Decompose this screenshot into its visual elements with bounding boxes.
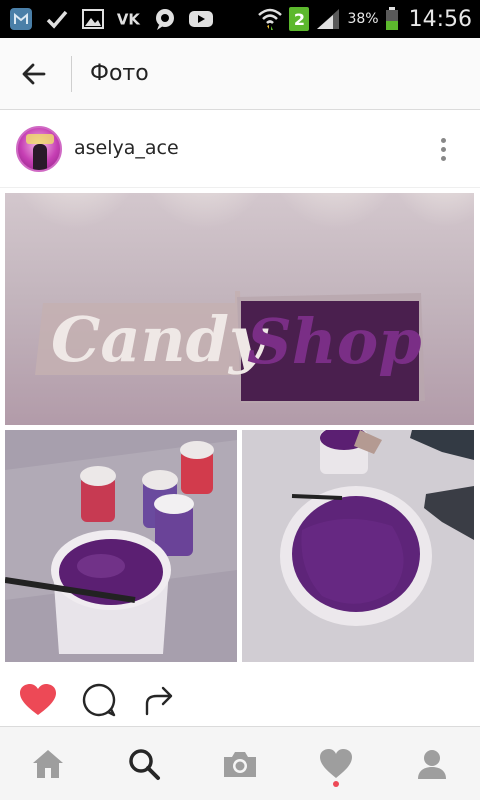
back-button[interactable] — [14, 56, 54, 92]
activity-notification-dot — [333, 781, 339, 787]
vk-icon: VK — [116, 6, 142, 32]
post-header: aselya_ace — [0, 110, 480, 188]
home-icon — [33, 750, 63, 778]
m-app-icon — [8, 6, 34, 32]
arrow-left-icon — [22, 63, 46, 85]
sign-text-candy: Candy — [51, 303, 269, 376]
sim-badge: 2 — [289, 7, 310, 31]
photo-panel-paint-jars — [5, 430, 237, 662]
profile-icon — [418, 750, 446, 779]
more-dot-icon — [440, 146, 446, 152]
avatar[interactable] — [16, 126, 62, 172]
photo-panel-sign: Candy Shop — [5, 193, 474, 425]
status-system: 2 38% 14:56 — [257, 4, 472, 34]
bottom-nav — [0, 726, 480, 800]
post-photo[interactable]: Candy Shop — [0, 188, 480, 668]
heart-icon — [20, 684, 56, 715]
more-dot-icon — [440, 155, 446, 161]
youtube-icon — [188, 6, 214, 32]
nav-profile[interactable] — [384, 727, 480, 800]
sign-text-shop: Shop — [247, 305, 422, 378]
nav-search[interactable] — [96, 727, 192, 800]
avatar-figure — [33, 144, 47, 170]
chat-icon — [152, 6, 178, 32]
username[interactable]: aselya_ace — [74, 137, 179, 159]
battery-percent: 38% — [347, 11, 379, 27]
more-dot-icon — [440, 137, 446, 143]
activity-icon — [320, 749, 352, 778]
status-bar: VK 2 38% 14:56 — [0, 0, 480, 38]
photo-panel-painted-lid — [242, 430, 474, 662]
battery-icon — [385, 6, 399, 32]
wifi-icon — [257, 6, 283, 32]
app-header: Фото — [0, 38, 480, 110]
check-icon — [44, 6, 70, 32]
clock: 14:56 — [408, 6, 472, 32]
nav-activity[interactable] — [288, 727, 384, 800]
share-icon — [145, 686, 173, 716]
comment-button[interactable] — [79, 680, 119, 720]
more-options-button[interactable] — [428, 134, 458, 164]
page-title: Фото — [90, 61, 149, 86]
camera-icon — [224, 752, 256, 777]
post-actions — [0, 668, 480, 726]
share-button[interactable] — [139, 680, 179, 720]
status-notifications: VK — [8, 4, 214, 34]
comment-icon — [82, 683, 116, 717]
search-icon — [129, 749, 160, 780]
gallery-icon — [80, 6, 106, 32]
like-button[interactable] — [18, 680, 58, 720]
nav-home[interactable] — [0, 727, 96, 800]
avatar-logo-text — [26, 134, 54, 144]
svg-text:VK: VK — [117, 11, 140, 29]
nav-camera[interactable] — [192, 727, 288, 800]
header-divider — [71, 56, 72, 92]
signal-icon — [315, 6, 341, 32]
